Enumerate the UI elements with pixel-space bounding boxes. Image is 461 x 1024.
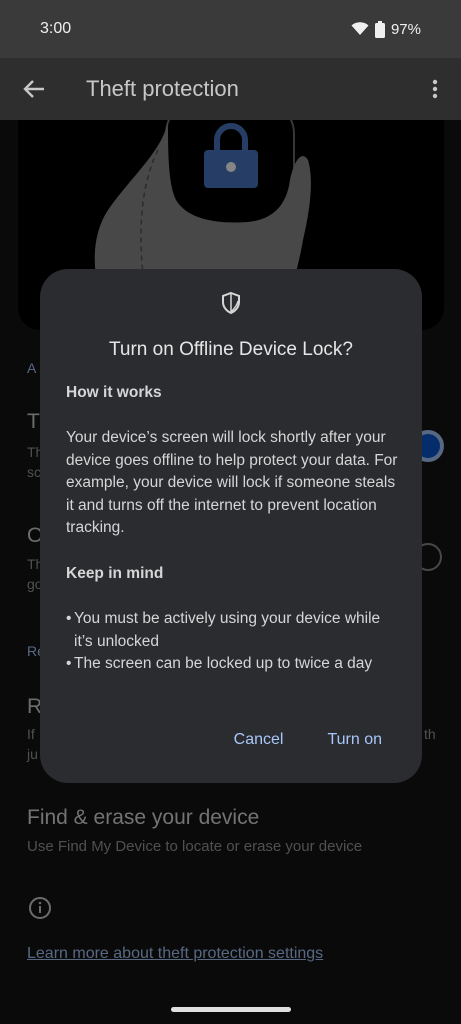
how-it-works-heading: How it works (66, 382, 400, 405)
back-arrow-icon (23, 80, 44, 98)
gesture-nav-handle[interactable] (171, 1007, 291, 1012)
battery-percent: 97% (390, 20, 421, 38)
battery-icon (374, 20, 385, 38)
cancel-button[interactable]: Cancel (234, 731, 284, 749)
offline-lock-dialog: Turn on Offline Device Lock? How it work… (40, 269, 422, 783)
page-title: Theft protection (86, 76, 239, 101)
dialog-actions: Cancel Turn on (234, 731, 382, 749)
keep-heading-text: Keep in mind (66, 565, 164, 582)
status-bar: 3:00 97% (0, 0, 461, 58)
status-time: 3:00 (40, 20, 72, 37)
status-icons: 97% (351, 20, 421, 38)
how-it-works-body: Your device’s screen will lock shortly a… (66, 429, 398, 536)
keep-in-mind-heading: Keep in mind (66, 563, 400, 586)
keep-in-mind-list: • You must be actively using your device … (66, 608, 400, 676)
more-vert-icon (432, 79, 438, 99)
back-button[interactable] (20, 75, 48, 103)
app-bar: Theft protection (0, 58, 461, 120)
list-item: • The screen can be locked up to twice a … (66, 653, 400, 676)
wifi-icon (351, 22, 369, 35)
bullet-text-1: You must be actively using your device w… (74, 610, 381, 650)
shield-icon (222, 291, 240, 315)
turn-on-button[interactable]: Turn on (327, 731, 382, 749)
list-item: • You must be actively using your device … (66, 608, 400, 653)
dialog-title: Turn on Offline Device Lock? (109, 339, 353, 360)
how-heading-text: How it works (66, 384, 162, 401)
more-options-button[interactable] (423, 75, 447, 103)
bullet-text-2: The screen can be locked up to twice a d… (74, 655, 373, 672)
